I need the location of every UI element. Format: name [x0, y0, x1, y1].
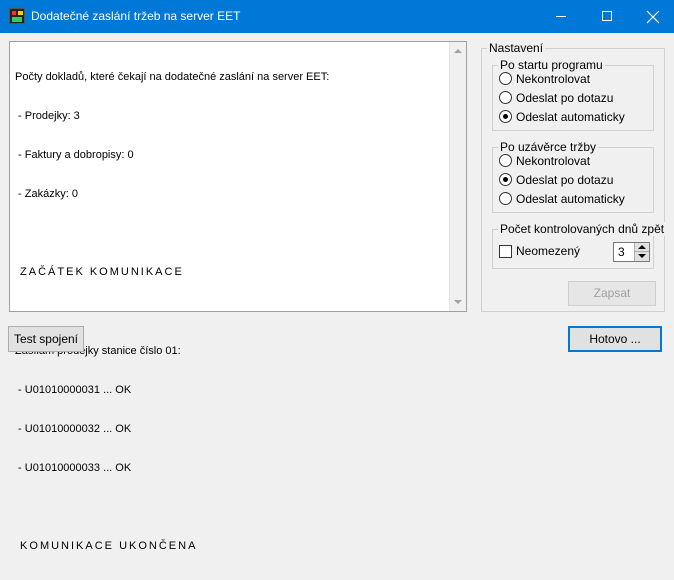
radio-label: Odeslat po dotazu: [516, 91, 614, 105]
radio-label: Odeslat automaticky: [516, 110, 625, 124]
maximize-button[interactable]: [584, 0, 630, 33]
stepper-up-button[interactable]: [635, 243, 649, 252]
radio-label: Nekontrolovat: [516, 154, 591, 168]
log-line: Počty dokladů, které čekají na dodatečné…: [15, 71, 330, 83]
chevron-down-icon: [638, 254, 646, 258]
radio-button[interactable]: [499, 192, 512, 205]
radio-button[interactable]: [499, 154, 512, 167]
log-line: - Faktury a dobropisy: 0: [15, 149, 134, 161]
log-line: - U01010000031 ... OK: [15, 384, 132, 396]
days-back-stepper[interactable]: 3: [613, 242, 650, 262]
log-heading-start: ZAČÁTEK KOMUNIKACE: [15, 266, 184, 278]
test-connection-button[interactable]: Test spojení: [8, 326, 84, 352]
radio-label: Odeslat po dotazu: [516, 173, 614, 187]
on-start-title: Po startu programu: [498, 58, 605, 72]
log-blank-line: [15, 227, 329, 240]
minimize-icon: [556, 16, 566, 17]
save-button[interactable]: Zapsat: [568, 281, 656, 306]
log-textarea[interactable]: Počty dokladů, které čekají na dodatečné…: [9, 41, 467, 552]
save-button-label: Zapsat: [593, 286, 631, 300]
log-line: - Prodejky: 3: [15, 110, 80, 122]
title-bar: Dodatečné zaslání tržeb na server EET: [0, 0, 674, 33]
log-line: - U01010000032 ... OK: [15, 423, 132, 435]
settings-title: Nastavení: [487, 41, 546, 55]
days-back-group: Počet kontrolovaných dnů zpět Neomezený …: [492, 222, 667, 269]
on-start-group: Po startu programu Nekontrolovat Odeslat…: [492, 58, 654, 131]
radio-button-selected[interactable]: [499, 173, 512, 186]
days-back-title: Počet kontrolovaných dnů zpět: [498, 222, 667, 236]
app-icon: [9, 8, 25, 24]
window-title: Dodatečné zaslání tržeb na server EET: [31, 9, 241, 23]
done-label: Hotovo ...: [589, 332, 641, 346]
log-blank-line: [15, 501, 329, 514]
radio-label: Odeslat automaticky: [516, 192, 625, 206]
close-button[interactable]: [630, 0, 674, 33]
log-content: Počty dokladů, které čekají na dodatečné…: [15, 45, 329, 580]
done-button[interactable]: Hotovo ...: [568, 326, 662, 352]
log-heading-end: KOMUNIKACE UKONČENA: [15, 540, 198, 552]
radio-label: Nekontrolovat: [516, 72, 591, 86]
after-closing-title: Po uzávěrce tržby: [498, 140, 599, 154]
minimize-button[interactable]: [538, 0, 584, 33]
log-line: - Zakázky: 0: [15, 188, 78, 200]
radio-button[interactable]: [499, 72, 512, 85]
log-blank-line: [15, 306, 329, 319]
chevron-up-icon: [638, 245, 646, 249]
unlimited-checkbox[interactable]: [499, 245, 512, 258]
radio-button-selected[interactable]: [499, 110, 512, 123]
test-connection-label: Test spojení: [13, 332, 79, 346]
unlimited-label: Neomezený: [516, 244, 581, 258]
close-icon: [646, 10, 660, 24]
log-line: - U01010000033 ... OK: [15, 462, 132, 474]
after-closing-group: Po uzávěrce tržby Nekontrolovat Odeslat …: [492, 140, 654, 213]
scroll-up-icon[interactable]: [454, 49, 462, 53]
scroll-down-icon[interactable]: [454, 300, 462, 304]
stepper-down-button[interactable]: [635, 252, 649, 261]
days-back-value[interactable]: 3: [618, 245, 625, 259]
log-scrollbar[interactable]: [449, 42, 466, 311]
maximize-icon: [602, 11, 612, 21]
radio-button[interactable]: [499, 91, 512, 104]
